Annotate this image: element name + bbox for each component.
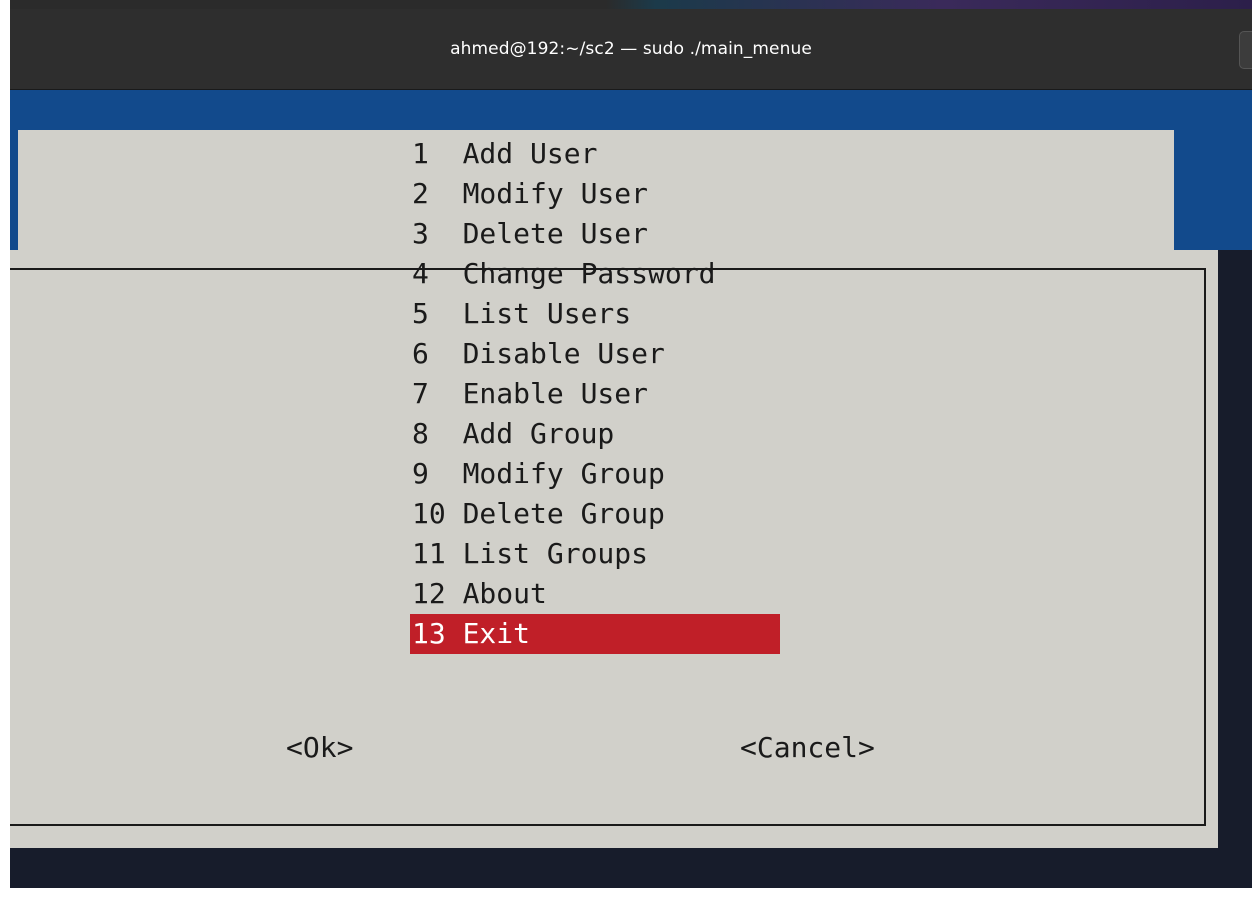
menu-item-list-users[interactable]: 5 List Users: [410, 294, 780, 334]
terminal-bottom-area: [10, 848, 1252, 888]
menu-item-enable-user[interactable]: 7 Enable User: [410, 374, 780, 414]
menu-item-disable-user[interactable]: 6 Disable User: [410, 334, 780, 374]
ok-button[interactable]: <Ok>: [286, 728, 353, 768]
menu-item-add-group[interactable]: 8 Add Group: [410, 414, 780, 454]
screen: ahmed@192:~/sc2 — sudo ./main_menue 1 Ad…: [0, 0, 1252, 898]
menu-item-change-password[interactable]: 4 Change Password: [410, 254, 780, 294]
cancel-button[interactable]: <Cancel>: [740, 728, 875, 768]
menu-item-modify-group[interactable]: 9 Modify Group: [410, 454, 780, 494]
terminal-titlebar[interactable]: ahmed@192:~/sc2 — sudo ./main_menue: [10, 9, 1252, 90]
menu-item-modify-user[interactable]: 2 Modify User: [410, 174, 780, 214]
terminal-content[interactable]: 1 Add User 2 Modify User 3 Delete User 4…: [10, 90, 1252, 888]
menu-item-delete-group[interactable]: 10 Delete Group: [410, 494, 780, 534]
window-title: ahmed@192:~/sc2 — sudo ./main_menue: [450, 39, 812, 59]
menu-item-delete-user[interactable]: 3 Delete User: [410, 214, 780, 254]
menu-item-add-user[interactable]: 1 Add User: [410, 134, 780, 174]
desktop-wallpaper: [10, 0, 1252, 9]
menu-item-exit[interactable]: 13 Exit: [410, 614, 780, 654]
titlebar-button[interactable]: [1239, 31, 1252, 69]
menu-item-about[interactable]: 12 About: [410, 574, 780, 614]
menu-item-list-groups[interactable]: 11 List Groups: [410, 534, 780, 574]
dialog-shadow: [1218, 250, 1252, 848]
main-menu-list: 1 Add User 2 Modify User 3 Delete User 4…: [410, 134, 780, 654]
